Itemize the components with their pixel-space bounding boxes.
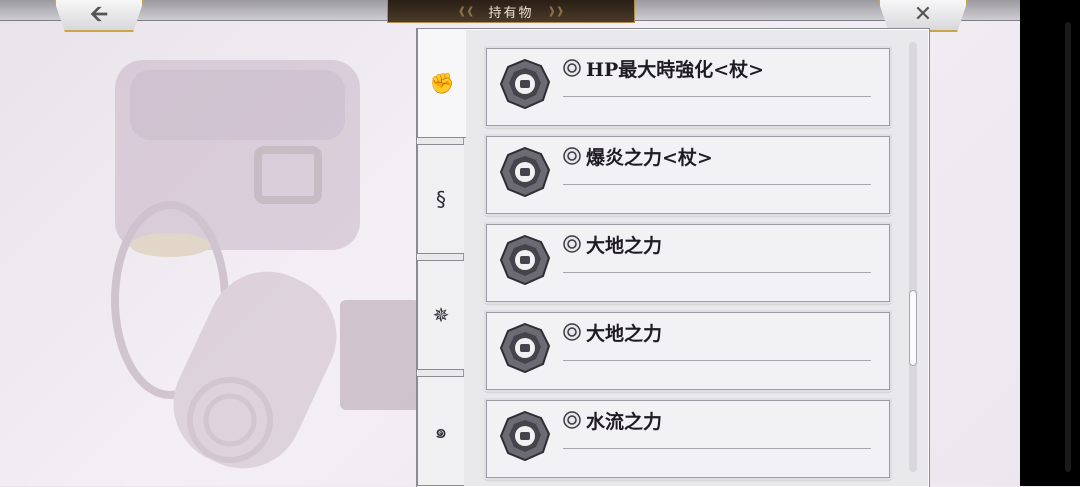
fist-gem-icon — [499, 146, 551, 198]
fist-gem-icon — [499, 322, 551, 374]
item-name: 大地之力 — [586, 323, 663, 345]
list-item[interactable]: HP最大時強化<杖> — [486, 48, 890, 126]
item-name: 爆炎之力<杖> — [586, 147, 713, 169]
item-divider — [563, 184, 871, 185]
item-divider — [563, 360, 871, 361]
item-name: 大地之力 — [586, 235, 663, 257]
rank-gear-icon — [563, 235, 581, 253]
fist-gem-icon — [499, 58, 551, 110]
water-wave-icon: ๑ — [434, 419, 448, 443]
rank-gear-icon — [563, 323, 581, 341]
title-decoration-right: ❱❱ — [547, 5, 565, 17]
list-scrollbar[interactable] — [909, 42, 917, 472]
rank-gear-icon — [563, 59, 581, 77]
wind-swirl-icon: § — [436, 187, 446, 211]
fist-gem-icon — [499, 410, 551, 462]
rank-gear-icon — [563, 411, 581, 429]
rank-gear-icon — [563, 147, 581, 165]
title-decoration-left: ❰❰ — [457, 5, 475, 17]
fist-icon: ✊ — [429, 71, 455, 95]
tab-water[interactable]: ๑ — [417, 376, 464, 486]
star-compass-icon: ✵ — [432, 303, 450, 327]
item-divider — [563, 448, 871, 449]
item-name: 水流之力 — [586, 411, 663, 433]
fist-gem-icon — [499, 234, 551, 286]
tab-fist[interactable]: ✊ — [417, 28, 466, 138]
list-item[interactable]: 水流之力 — [486, 400, 890, 478]
device-edge — [1020, 0, 1080, 486]
list-item[interactable]: 大地之力 — [486, 312, 890, 390]
scrollbar-thumb[interactable] — [909, 290, 917, 366]
item-divider — [563, 272, 871, 273]
tab-star[interactable]: ✵ — [417, 260, 464, 370]
list-item[interactable]: 大地之力 — [486, 224, 890, 302]
list-item[interactable]: 爆炎之力<杖> — [486, 136, 890, 214]
close-icon: ✕ — [913, 2, 933, 27]
inventory-background-art — [111, 60, 420, 469]
title-banner: ❰❰ 持有物 ❱❱ — [387, 0, 635, 23]
tab-wind[interactable]: § — [417, 144, 464, 254]
item-name: HP最大時強化<杖> — [586, 59, 765, 81]
item-divider — [563, 96, 871, 97]
arrow-left-icon: 🡨 — [90, 2, 108, 27]
page-title: 持有物 — [488, 5, 534, 21]
back-button[interactable]: 🡨 — [54, 0, 144, 32]
